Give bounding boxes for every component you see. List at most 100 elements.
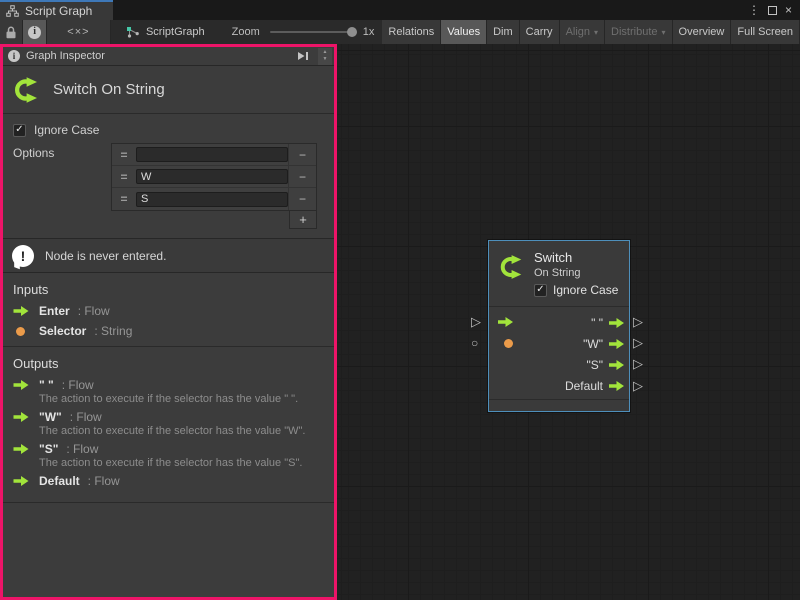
flow-arrow-icon (609, 339, 624, 349)
switch-on-string-node[interactable]: Switch On String ✓ Ignore Case " " (488, 240, 630, 412)
window-controls: ⋮ × (748, 0, 800, 20)
code-preview-button[interactable]: <×> (47, 20, 111, 44)
tab-label: Script Graph (25, 4, 92, 18)
remove-option-button[interactable]: − (288, 144, 316, 165)
node-title: Switch On String (53, 81, 165, 98)
inspect-toggle-button[interactable]: i (23, 20, 46, 44)
flow-arrow-icon (13, 476, 29, 486)
graph-icon (126, 26, 140, 39)
node-output-default[interactable]: Default (565, 375, 624, 396)
flow-arrow-icon (13, 412, 29, 422)
lock-button[interactable] (0, 20, 23, 44)
dim-button[interactable]: Dim (487, 20, 520, 44)
node-ignore-case-label: Ignore Case (553, 283, 618, 297)
option-row: = − (112, 166, 316, 188)
graph-canvas[interactable]: ▷ ○ ▷ ▷ ▷ ▷ Switch On String ✓ Ignore Ca… (337, 44, 800, 600)
flow-arrow-icon (609, 318, 624, 328)
zoom-slider-track (270, 31, 357, 33)
overview-button[interactable]: Overview (673, 20, 732, 44)
string-port-icon (16, 327, 25, 336)
relations-button[interactable]: Relations (382, 20, 441, 44)
check-icon: ✓ (536, 285, 544, 295)
warning-icon: ! (12, 245, 34, 267)
outputs-section: Outputs " " : Flow The action to execute… (3, 346, 334, 502)
unity-visual-scripting-window: Script Graph ⋮ × i <×> (0, 0, 800, 600)
carry-button[interactable]: Carry (520, 20, 560, 44)
check-icon: ✓ (15, 125, 23, 135)
switch-node-icon (497, 253, 525, 281)
outputs-header: Outputs (13, 356, 324, 371)
align-button: Align ▾ (560, 20, 605, 44)
ignore-case-label: Ignore Case (34, 123, 99, 137)
selector-port-icon[interactable] (504, 339, 513, 348)
lock-icon (5, 26, 17, 39)
flow-arrow-icon (609, 360, 624, 370)
code-icon: <×> (67, 26, 89, 38)
node-title-row: Switch On String (3, 66, 334, 114)
option-input-1[interactable] (136, 169, 288, 184)
drag-handle-icon[interactable]: = (112, 192, 136, 206)
output-port-space: " " : Flow The action to execute if the … (13, 378, 324, 405)
maximize-button[interactable] (768, 6, 777, 15)
flow-arrow-icon (13, 444, 29, 454)
option-input-2[interactable] (136, 192, 288, 207)
node-output-w[interactable]: "W" (565, 333, 624, 354)
node-title: Switch (534, 250, 572, 265)
graph-breadcrumb[interactable]: ScriptGraph (126, 20, 205, 44)
remove-option-button[interactable]: − (288, 166, 316, 187)
panel-scroll-spinner[interactable]: ▲ ▼ (318, 48, 332, 65)
tab-script-graph[interactable]: Script Graph (0, 0, 113, 20)
external-value-port-left[interactable]: ○ (471, 337, 478, 349)
output-port-s: "S" : Flow The action to execute if the … (13, 442, 324, 469)
drag-handle-icon[interactable]: = (112, 170, 136, 184)
node-subtitle: On String (534, 267, 580, 279)
input-port-selector: Selector : String (13, 324, 324, 338)
drag-handle-icon[interactable]: = (112, 148, 136, 162)
inspector-empty-area (3, 502, 334, 597)
dock-right-button[interactable] (294, 48, 312, 65)
node-header[interactable]: Switch On String ✓ Ignore Case (489, 241, 629, 307)
zoom-slider[interactable] (270, 20, 357, 44)
external-flow-port-right-1[interactable]: ▷ (633, 315, 643, 328)
enter-port-icon[interactable] (498, 317, 513, 327)
node-output-space[interactable]: " " (565, 312, 624, 333)
options-label: Options (13, 143, 111, 160)
spinner-down-icon[interactable]: ▼ (323, 57, 328, 62)
node-footer (489, 399, 629, 411)
spinner-up-icon[interactable]: ▲ (323, 50, 328, 55)
external-flow-port-right-4[interactable]: ▷ (633, 379, 643, 392)
ignore-case-checkbox[interactable]: ✓ (13, 124, 26, 137)
close-button[interactable]: × (785, 4, 792, 16)
node-ignore-case-checkbox[interactable]: ✓ (534, 284, 547, 297)
chevron-down-icon: ▾ (662, 28, 666, 37)
external-flow-port-right-3[interactable]: ▷ (633, 357, 643, 370)
node-settings: ✓ Ignore Case Options = − = (3, 114, 334, 238)
options-list: = − = − = − (111, 143, 317, 211)
node-output-s[interactable]: "S" (565, 354, 624, 375)
window-menu-button[interactable]: ⋮ (748, 4, 760, 16)
fullscreen-button[interactable]: Full Screen (731, 20, 800, 44)
remove-option-button[interactable]: − (288, 188, 316, 210)
node-body: " " "W" "S" De (489, 307, 629, 399)
graph-inspector-panel: i Graph Inspector ▲ ▼ Switch On String (0, 44, 337, 600)
output-port-w: "W" : Flow The action to execute if the … (13, 410, 324, 437)
inspector-header: i Graph Inspector ▲ ▼ (3, 47, 334, 66)
flow-arrow-icon (609, 381, 624, 391)
inspector-header-title: Graph Inspector (26, 50, 288, 62)
zoom-value: 1x (363, 20, 375, 44)
option-row: = − (112, 144, 316, 166)
hierarchy-icon (6, 5, 19, 17)
external-flow-port-left[interactable]: ▷ (471, 315, 481, 328)
add-option-button[interactable]: + (289, 211, 317, 229)
option-input-0[interactable] (136, 147, 288, 162)
external-flow-port-right-2[interactable]: ▷ (633, 336, 643, 349)
option-row: = − (112, 188, 316, 210)
zoom-slider-handle[interactable] (347, 27, 357, 37)
flow-arrow-icon (13, 306, 29, 316)
switch-node-icon (11, 75, 41, 105)
breadcrumb-label: ScriptGraph (146, 26, 205, 38)
distribute-button: Distribute ▾ (605, 20, 672, 44)
input-port-enter: Enter : Flow (13, 304, 324, 318)
info-icon: i (28, 26, 41, 39)
values-button[interactable]: Values (441, 20, 487, 44)
